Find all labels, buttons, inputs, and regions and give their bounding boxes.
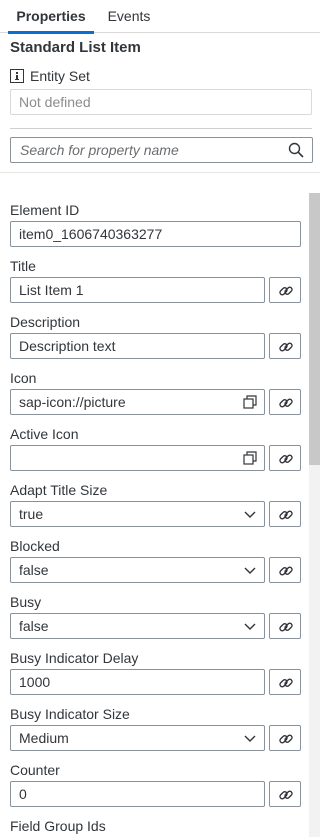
link-icon: [279, 398, 293, 408]
blocked-select[interactable]: false: [10, 557, 265, 583]
busy-indicator-size-binding-button[interactable]: [269, 725, 301, 751]
adapt-title-size-label: Adapt Title Size: [10, 482, 108, 498]
busy-value: false: [19, 618, 49, 634]
property-search[interactable]: [10, 137, 313, 163]
adapt-title-size-binding-button[interactable]: [269, 501, 301, 527]
busy-select[interactable]: false: [10, 613, 265, 639]
busy-indicator-size-select[interactable]: Medium: [10, 725, 265, 751]
link-icon: [279, 342, 293, 352]
tab-bar: Properties Events: [0, 0, 320, 34]
blocked-label: Blocked: [10, 538, 60, 554]
description-value: Description text: [19, 338, 116, 354]
busy-indicator-delay-field[interactable]: 1000: [10, 669, 265, 695]
busy-indicator-size-value: Medium: [19, 730, 69, 746]
icon-label: Icon: [10, 370, 37, 386]
busy-binding-button[interactable]: [269, 613, 301, 639]
title-field[interactable]: List Item 1: [10, 277, 265, 303]
title-value: List Item 1: [19, 282, 84, 298]
active-icon-field[interactable]: [10, 445, 265, 471]
info-icon: [10, 69, 24, 83]
counter-field[interactable]: 0: [10, 781, 265, 807]
busy-indicator-size-label: Busy Indicator Size: [10, 706, 130, 722]
counter-label: Counter: [10, 762, 60, 778]
description-binding-button[interactable]: [269, 333, 301, 359]
link-icon: [279, 454, 293, 464]
icon-binding-button[interactable]: [269, 389, 301, 415]
search-icon[interactable]: [288, 142, 304, 158]
counter-binding-button[interactable]: [269, 781, 301, 807]
chevron-down-icon[interactable]: [243, 731, 257, 745]
entity-set-label: Entity Set: [10, 67, 90, 85]
description-label: Description: [10, 314, 81, 330]
entity-set-field: Not defined: [10, 89, 312, 115]
icon-value: sap-icon://picture: [19, 394, 126, 410]
link-icon: [279, 678, 293, 688]
element-id-label: Element ID: [10, 202, 80, 218]
active-icon-label: Active Icon: [10, 426, 79, 442]
value-help-icon[interactable]: [243, 395, 257, 409]
link-icon: [279, 622, 293, 632]
blocked-binding-button[interactable]: [269, 557, 301, 583]
adapt-title-size-value: true: [19, 506, 44, 522]
blocked-value: false: [19, 562, 49, 578]
link-icon: [279, 510, 293, 520]
icon-field[interactable]: sap-icon://picture: [10, 389, 265, 415]
title-label: Title: [10, 258, 36, 274]
counter-value: 0: [19, 786, 27, 802]
chevron-down-icon[interactable]: [243, 563, 257, 577]
adapt-title-size-select[interactable]: true: [10, 501, 265, 527]
link-icon: [279, 734, 293, 744]
divider: [0, 172, 320, 173]
active-icon-binding-button[interactable]: [269, 445, 301, 471]
element-id-value: item0_1606740363277: [19, 226, 163, 242]
busy-indicator-delay-binding-button[interactable]: [269, 669, 301, 695]
description-field[interactable]: Description text: [10, 333, 265, 359]
busy-label: Busy: [10, 594, 42, 610]
link-icon: [279, 566, 293, 576]
title-binding-button[interactable]: [269, 277, 301, 303]
value-help-icon[interactable]: [243, 451, 257, 465]
panel-title: Standard List Item: [10, 39, 141, 56]
busy-indicator-delay-label: Busy Indicator Delay: [10, 650, 139, 666]
tab-events[interactable]: Events: [100, 0, 158, 33]
link-icon: [279, 790, 293, 800]
field-group-ids-label: Field Group Ids: [10, 818, 106, 834]
element-id-field[interactable]: item0_1606740363277: [10, 221, 301, 247]
chevron-down-icon[interactable]: [243, 619, 257, 633]
busy-indicator-delay-value: 1000: [19, 674, 51, 690]
entity-set-label-text: Entity Set: [30, 68, 90, 84]
scrollbar-thumb[interactable]: [309, 193, 320, 465]
tab-properties[interactable]: Properties: [8, 0, 94, 34]
search-input[interactable]: [11, 138, 281, 162]
chevron-down-icon[interactable]: [243, 507, 257, 521]
divider: [10, 128, 312, 129]
link-icon: [279, 286, 293, 296]
